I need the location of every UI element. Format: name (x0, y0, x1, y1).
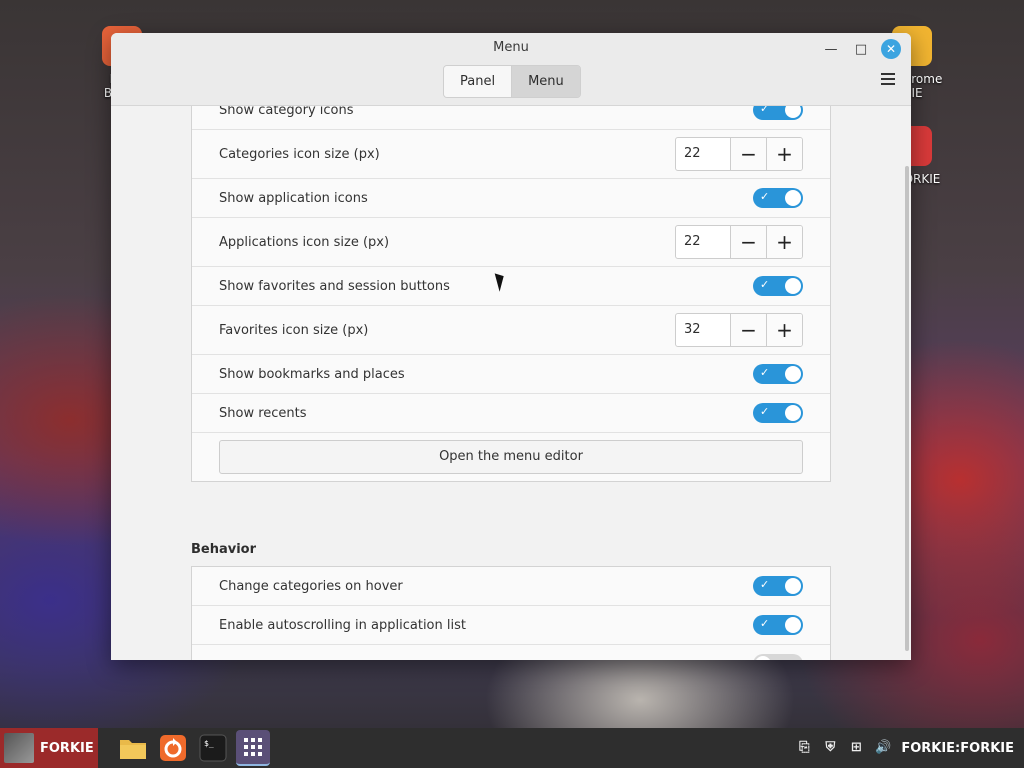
scrollbar[interactable] (905, 166, 909, 651)
close-button[interactable]: ✕ (881, 39, 901, 59)
setting-row-show-category-icons: Show category icons (192, 106, 830, 130)
setting-label: Enable autoscrolling in application list (219, 617, 466, 633)
open-menu-editor-button[interactable]: Open the menu editor (219, 440, 803, 474)
spin-value-input[interactable]: 22 (676, 138, 731, 170)
decrement-button[interactable]: − (731, 314, 766, 346)
user-avatar (4, 733, 34, 763)
favorites-icon-size-spinner: 32 − + (675, 313, 803, 347)
hidden-setting-toggle[interactable] (753, 654, 803, 660)
setting-label: Categories icon size (px) (219, 146, 380, 162)
spin-value-input[interactable]: 32 (676, 314, 731, 346)
shield-icon[interactable]: ⛨ (823, 741, 837, 755)
behavior-options-panel: Change categories on hover Enable autosc… (191, 566, 831, 660)
increment-button[interactable]: + (766, 226, 802, 258)
increment-button[interactable]: + (766, 138, 802, 170)
taskbar-user-label: FORKIE (40, 740, 94, 756)
setting-label: Show bookmarks and places (219, 366, 405, 382)
files-icon[interactable] (116, 731, 150, 765)
title-bar: Menu — □ ✕ Panel Menu (111, 33, 911, 106)
decrement-button[interactable]: − (731, 138, 766, 170)
setting-label: Show application icons (219, 190, 368, 206)
show-favorites-toggle[interactable] (753, 276, 803, 296)
update-manager-icon[interactable] (156, 731, 190, 765)
volume-icon[interactable]: 🔊 (875, 741, 891, 755)
setting-label: Show recents (219, 405, 307, 421)
window-title: Menu (493, 40, 529, 55)
autoscrolling-toggle[interactable] (753, 615, 803, 635)
maximize-button[interactable]: □ (851, 39, 871, 59)
setting-row-show-bookmarks: Show bookmarks and places (192, 355, 830, 394)
change-categories-hover-toggle[interactable] (753, 576, 803, 596)
svg-text:$_: $_ (204, 739, 214, 748)
app-grid-icon[interactable] (236, 730, 270, 766)
tab-panel[interactable]: Panel (444, 66, 512, 97)
settings-content[interactable]: Show category icons Categories icon size… (111, 106, 911, 660)
setting-row-autoscrolling: Enable autoscrolling in application list (192, 606, 830, 645)
menu-options-panel: Show category icons Categories icon size… (191, 106, 831, 482)
setting-row-partially-hidden (192, 645, 830, 660)
setting-row-menu-editor: Open the menu editor (192, 433, 830, 481)
terminal-icon[interactable]: $_ (196, 731, 230, 765)
minimize-button[interactable]: — (821, 39, 841, 59)
page-switcher: Panel Menu (443, 65, 581, 98)
setting-row-show-favorites-session: Show favorites and session buttons (192, 267, 830, 306)
behavior-section-title: Behavior (191, 542, 257, 557)
system-tray: ⎘ ⛨ ⊞ 🔊 FORKIE:FORKIE (797, 741, 1024, 756)
increment-button[interactable]: + (766, 314, 802, 346)
setting-row-show-recents: Show recents (192, 394, 830, 433)
setting-row-favorites-icon-size: Favorites icon size (px) 32 − + (192, 306, 830, 355)
setting-label: Show favorites and session buttons (219, 278, 450, 294)
show-category-icons-toggle[interactable] (753, 106, 803, 120)
setting-label: Change categories on hover (219, 578, 403, 594)
show-bookmarks-toggle[interactable] (753, 364, 803, 384)
decrement-button[interactable]: − (731, 226, 766, 258)
setting-label: Favorites icon size (px) (219, 322, 369, 338)
show-recents-toggle[interactable] (753, 403, 803, 423)
categories-icon-size-spinner: 22 − + (675, 137, 803, 171)
hamburger-icon[interactable] (881, 73, 895, 88)
applications-icon-size-spinner: 22 − + (675, 225, 803, 259)
taskbar: FORKIE $_ ⎘ ⛨ ⊞ 🔊 FORKIE:FORKIE (0, 728, 1024, 768)
setting-row-applications-icon-size: Applications icon size (px) 22 − + (192, 218, 830, 267)
clipboard-icon[interactable]: ⎘ (797, 741, 811, 755)
show-application-icons-toggle[interactable] (753, 188, 803, 208)
setting-row-show-application-icons: Show application icons (192, 179, 830, 218)
setting-row-categories-icon-size: Categories icon size (px) 22 − + (192, 130, 830, 179)
setting-label: Applications icon size (px) (219, 234, 390, 250)
setting-label: Show category icons (219, 106, 354, 118)
setting-row-change-categories-hover: Change categories on hover (192, 567, 830, 606)
menu-settings-window: Menu — □ ✕ Panel Menu Show category icon… (111, 33, 911, 660)
taskbar-user-button[interactable]: FORKIE (0, 728, 98, 768)
tab-menu[interactable]: Menu (511, 66, 580, 97)
network-icon[interactable]: ⊞ (849, 741, 863, 755)
spin-value-input[interactable]: 22 (676, 226, 731, 258)
tray-user-label: FORKIE:FORKIE (901, 740, 1014, 756)
